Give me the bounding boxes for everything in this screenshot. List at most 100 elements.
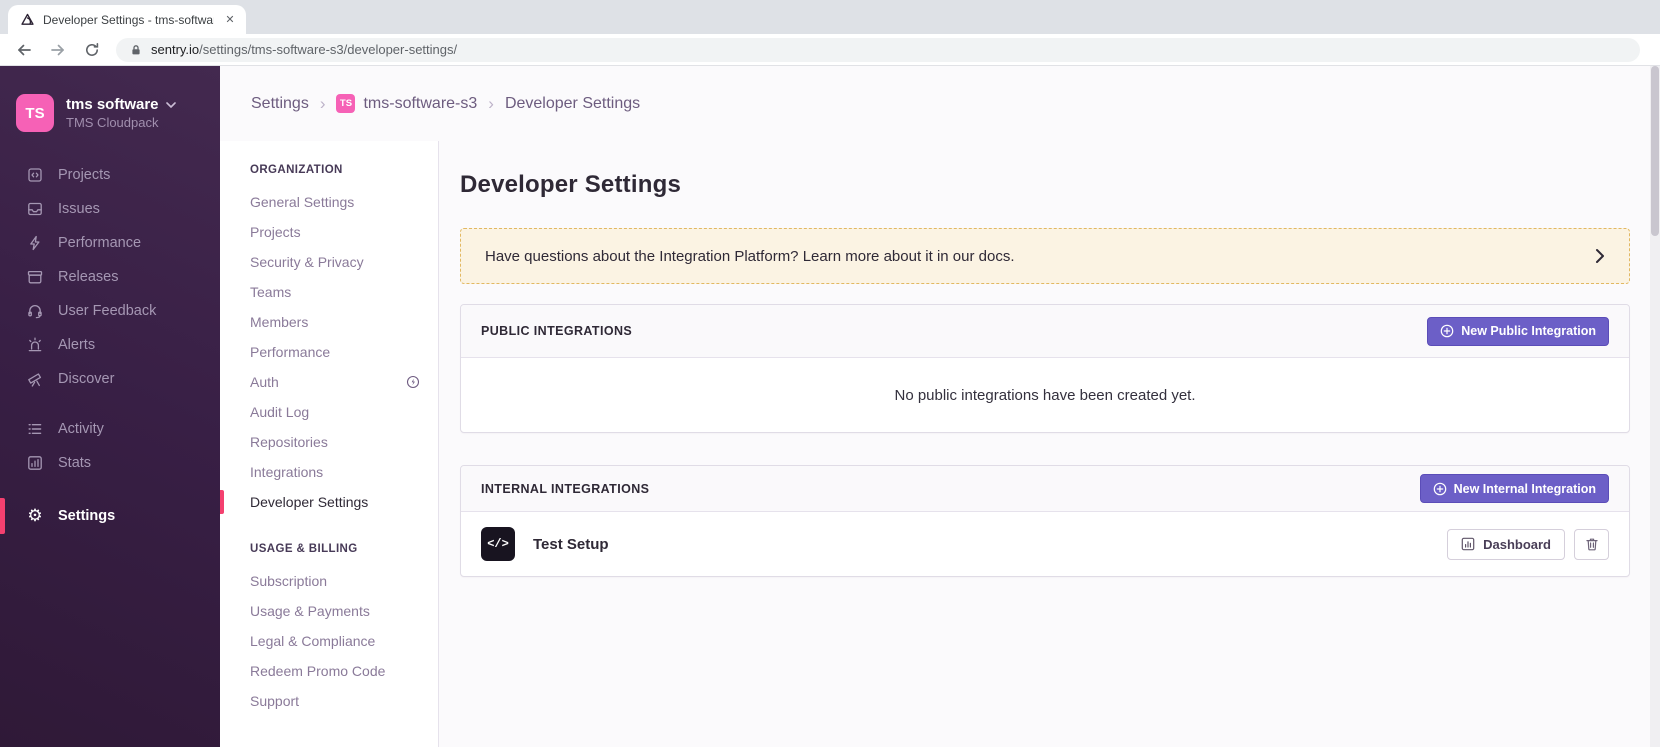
settings-nav-usage-payments[interactable]: Usage & Payments [220,596,438,626]
settings-nav-general-settings[interactable]: General Settings [220,187,438,217]
breadcrumb-org[interactable]: TS tms-software-s3 [336,94,477,113]
sidebar-item-label: Performance [58,235,141,251]
sidebar-item-alerts[interactable]: Alerts [0,328,220,362]
sidebar-item-label: Discover [58,371,114,387]
public-integrations-empty-text: No public integrations have been created… [461,358,1629,432]
sidebar-item-label: Projects [58,167,110,183]
sidebar-item-settings[interactable]: ⚙ Settings [0,496,220,536]
browser-toolbar: sentry.io/settings/tms-software-s3/devel… [0,34,1660,66]
scrollbar-thumb[interactable] [1651,66,1659,236]
url-text: sentry.io/settings/tms-software-s3/devel… [151,42,457,57]
page-scrollbar[interactable] [1650,66,1660,747]
org-mini-badge: TS [336,94,355,113]
business-upsell-icon [406,375,420,389]
telescope-icon [26,370,44,388]
lightning-icon [26,234,44,252]
plus-circle-icon [1433,482,1447,496]
org-avatar: TS [16,94,54,132]
settings-nav-legal-compliance[interactable]: Legal & Compliance [220,626,438,656]
headset-icon [26,302,44,320]
tab-title: Developer Settings - tms-softwar [43,13,214,27]
page-title: Developer Settings [460,171,1630,199]
activity-list-icon [26,420,44,438]
chevron-down-icon [166,102,176,108]
url-path: /settings/tms-software-s3/developer-sett… [199,42,457,57]
chevron-right-icon [1595,248,1605,264]
settings-nav-support[interactable]: Support [220,686,438,716]
new-internal-integration-button[interactable]: New Internal Integration [1420,474,1609,503]
settings-nav: ORGANIZATION General Settings Projects S… [220,141,439,747]
reload-icon[interactable] [82,40,102,60]
settings-nav-integrations[interactable]: Integrations [220,457,438,487]
breadcrumb-separator: › [488,94,494,114]
sidebar-item-issues[interactable]: Issues [0,192,220,226]
settings-nav-redeem-promo-code[interactable]: Redeem Promo Code [220,656,438,686]
banner-text: Have questions about the Integration Pla… [485,248,1014,265]
public-integrations-panel: PUBLIC INTEGRATIONS New Public Integrati… [460,304,1630,433]
settings-nav-auth[interactable]: Auth [220,367,438,397]
sidebar-item-label: Issues [58,201,100,217]
browser-tab[interactable]: Developer Settings - tms-softwar ✕ [8,5,246,34]
integration-platform-banner[interactable]: Have questions about the Integration Pla… [460,228,1630,284]
archive-icon [26,268,44,286]
sidebar-item-user-feedback[interactable]: User Feedback [0,294,220,328]
settings-nav-subscription[interactable]: Subscription [220,566,438,596]
primary-sidebar: TS tms software TMS Cloudpack Projects I… [0,66,220,747]
breadcrumb-separator: › [320,94,326,114]
gear-icon: ⚙ [26,507,44,525]
bar-chart-icon [26,454,44,472]
lock-icon [130,44,142,56]
settings-nav-audit-log[interactable]: Audit Log [220,397,438,427]
integration-name: Test Setup [533,536,609,553]
panel-title: INTERNAL INTEGRATIONS [481,482,649,496]
settings-nav-performance[interactable]: Performance [220,337,438,367]
new-public-integration-button[interactable]: New Public Integration [1427,317,1609,346]
sidebar-item-label: Releases [58,269,118,285]
code-icon: </> [481,527,515,561]
public-integrations-header: PUBLIC INTEGRATIONS New Public Integrati… [461,305,1629,358]
integration-row: </> Test Setup Dashboard [461,512,1629,576]
settings-nav-section-title: ORGANIZATION [220,164,438,176]
siren-icon [26,336,44,354]
breadcrumb-developer-settings[interactable]: Developer Settings [505,95,640,113]
settings-nav-developer-settings[interactable]: Developer Settings [220,487,438,517]
dashboard-chart-icon [1461,537,1475,551]
settings-nav-security-privacy[interactable]: Security & Privacy [220,247,438,277]
tab-close-icon[interactable]: ✕ [222,12,238,28]
plus-circle-icon [1440,324,1454,338]
forward-icon[interactable] [48,40,68,60]
settings-nav-teams[interactable]: Teams [220,277,438,307]
sidebar-item-projects[interactable]: Projects [0,158,220,192]
panel-title: PUBLIC INTEGRATIONS [481,324,632,338]
sidebar-item-label: Stats [58,455,91,471]
sidebar-item-activity[interactable]: Activity [0,412,220,446]
sidebar-item-label: User Feedback [58,303,156,319]
sidebar-item-releases[interactable]: Releases [0,260,220,294]
sidebar-item-label: Alerts [58,337,95,353]
trash-icon [1585,537,1599,551]
sidebar-item-performance[interactable]: Performance [0,226,220,260]
org-switcher[interactable]: TS tms software TMS Cloudpack [0,94,220,132]
main-content: Developer Settings Have questions about … [439,141,1660,747]
delete-integration-button[interactable] [1574,529,1609,560]
breadcrumb: Settings › TS tms-software-s3 › Develope… [220,66,1660,141]
sentry-favicon [20,12,35,27]
issues-icon [26,200,44,218]
sidebar-item-stats[interactable]: Stats [0,446,220,480]
address-bar[interactable]: sentry.io/settings/tms-software-s3/devel… [116,38,1640,62]
sidebar-item-discover[interactable]: Discover [0,362,220,396]
back-icon[interactable] [14,40,34,60]
settings-nav-section-title: USAGE & BILLING [220,543,438,555]
url-domain: sentry.io [151,42,199,57]
internal-integrations-header: INTERNAL INTEGRATIONS New Internal Integ… [461,466,1629,512]
settings-nav-projects[interactable]: Projects [220,217,438,247]
internal-integrations-panel: INTERNAL INTEGRATIONS New Internal Integ… [460,465,1630,577]
breadcrumb-settings[interactable]: Settings [251,95,309,113]
settings-nav-repositories[interactable]: Repositories [220,427,438,457]
settings-nav-members[interactable]: Members [220,307,438,337]
org-subtitle: TMS Cloudpack [66,115,176,130]
breadcrumb-org-label: tms-software-s3 [363,95,477,113]
org-name: tms software [66,96,159,113]
dashboard-button[interactable]: Dashboard [1447,529,1565,560]
projects-icon [26,166,44,184]
